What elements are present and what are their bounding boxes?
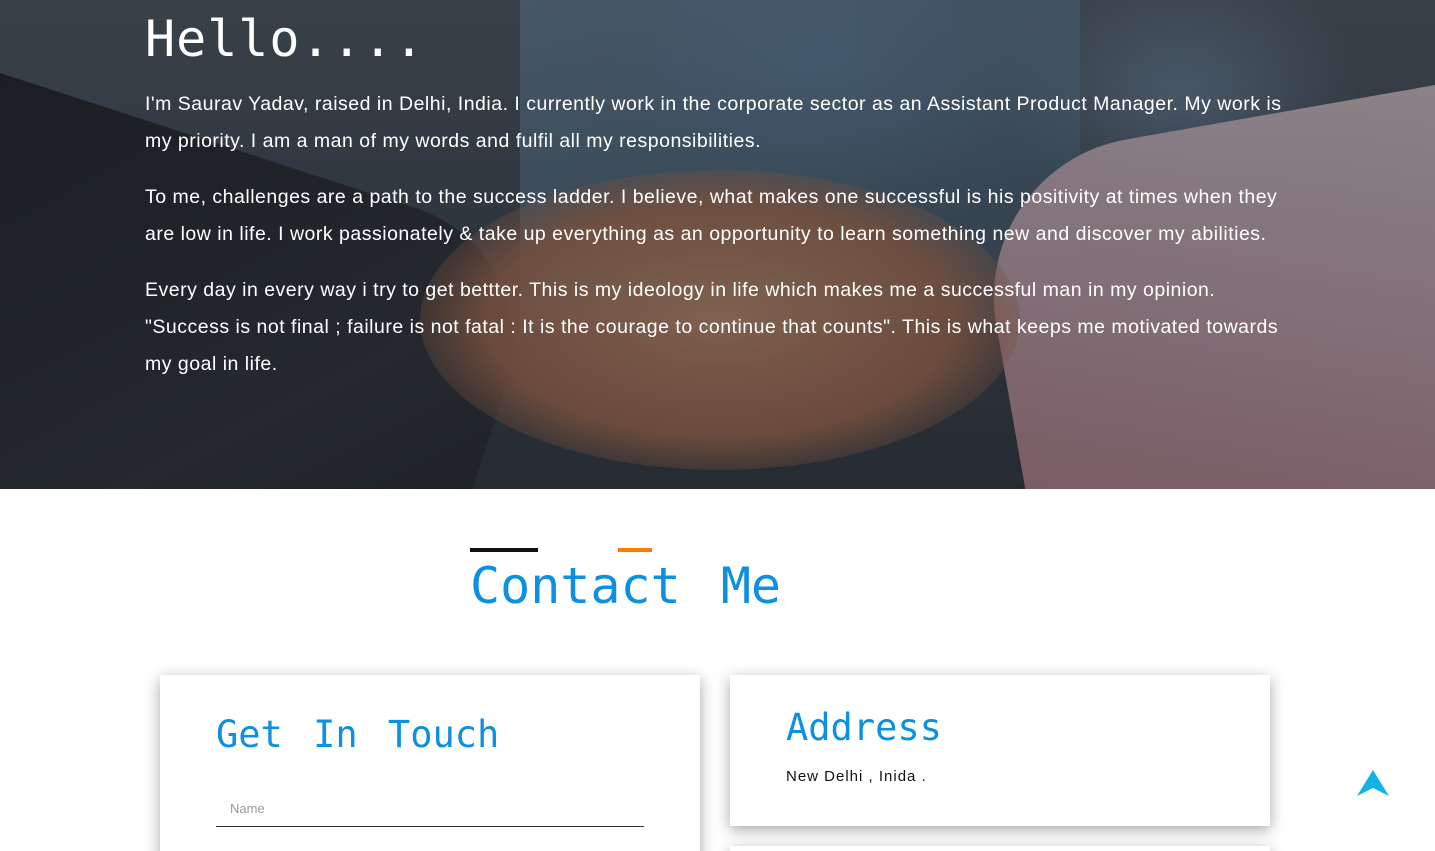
title-underline-black — [470, 548, 538, 552]
about-paragraph-2: To me, challenges are a path to the succ… — [145, 186, 1278, 245]
about-paragraph-3: Every day in every way i try to get bett… — [145, 279, 1279, 375]
get-in-touch-heading: Get In Touch — [216, 713, 500, 756]
about-paragraph-1: I'm Saurav Yadav, raised in Delhi, India… — [145, 93, 1282, 152]
title-underline-orange — [618, 548, 652, 552]
name-input[interactable] — [216, 791, 644, 827]
address-heading: Address — [786, 706, 942, 749]
about-content: Hello.... I'm Saurav Yadav, raised in De… — [145, 0, 1285, 402]
contact-title: Contact Me — [470, 557, 782, 615]
hero-section: Hello.... I'm Saurav Yadav, raised in De… — [0, 0, 1435, 489]
address-text: New Delhi , Inida . — [786, 768, 927, 785]
arrow-up-icon — [1357, 770, 1389, 796]
scroll-to-top-button[interactable] — [1355, 768, 1391, 800]
next-card — [730, 846, 1270, 851]
address-card: Address New Delhi , Inida . — [730, 675, 1270, 826]
hero-greeting: Hello.... — [145, 10, 425, 68]
get-in-touch-card: Get In Touch — [160, 675, 700, 851]
